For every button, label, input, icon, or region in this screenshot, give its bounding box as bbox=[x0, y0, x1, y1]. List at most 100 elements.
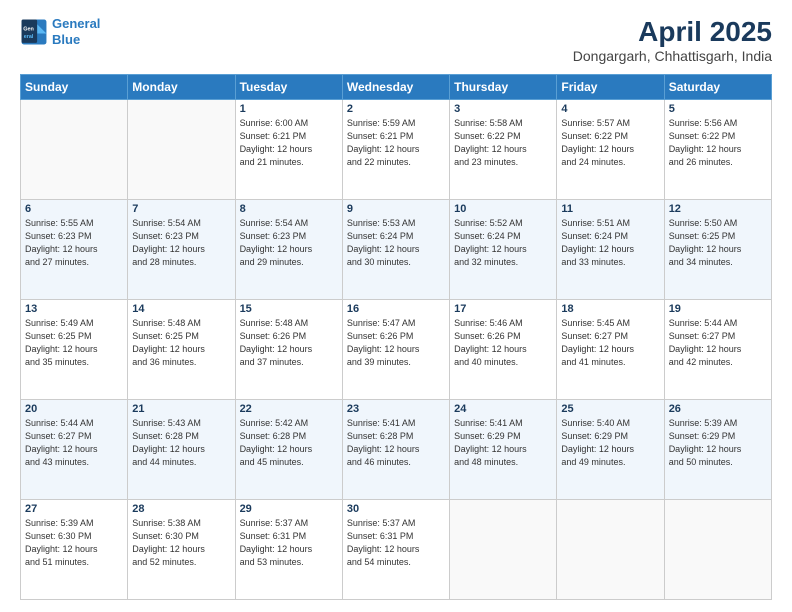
day-info: Sunrise: 5:50 AM Sunset: 6:25 PM Dayligh… bbox=[669, 217, 767, 269]
main-title: April 2025 bbox=[573, 16, 772, 48]
logo: Gen eral General Blue bbox=[20, 16, 100, 47]
day-number: 4 bbox=[561, 103, 659, 115]
day-number: 12 bbox=[669, 203, 767, 215]
day-info: Sunrise: 5:48 AM Sunset: 6:26 PM Dayligh… bbox=[240, 317, 338, 369]
calendar-cell: 20 Sunrise: 5:44 AM Sunset: 6:27 PM Dayli… bbox=[21, 400, 128, 500]
day-info: Sunrise: 5:56 AM Sunset: 6:22 PM Dayligh… bbox=[669, 117, 767, 169]
day-number: 8 bbox=[240, 203, 338, 215]
calendar-cell bbox=[21, 100, 128, 200]
calendar-cell: 19 Sunrise: 5:44 AM Sunset: 6:27 PM Dayli… bbox=[664, 300, 771, 400]
day-info: Sunrise: 5:47 AM Sunset: 6:26 PM Dayligh… bbox=[347, 317, 445, 369]
day-number: 17 bbox=[454, 303, 552, 315]
day-info: Sunrise: 5:48 AM Sunset: 6:25 PM Dayligh… bbox=[132, 317, 230, 369]
weekday-header-wednesday: Wednesday bbox=[342, 75, 449, 100]
calendar-cell: 15 Sunrise: 5:48 AM Sunset: 6:26 PM Dayli… bbox=[235, 300, 342, 400]
day-info: Sunrise: 5:39 AM Sunset: 6:29 PM Dayligh… bbox=[669, 417, 767, 469]
day-info: Sunrise: 5:41 AM Sunset: 6:29 PM Dayligh… bbox=[454, 417, 552, 469]
day-info: Sunrise: 5:45 AM Sunset: 6:27 PM Dayligh… bbox=[561, 317, 659, 369]
calendar-cell bbox=[557, 500, 664, 600]
day-number: 5 bbox=[669, 103, 767, 115]
day-info: Sunrise: 5:44 AM Sunset: 6:27 PM Dayligh… bbox=[25, 417, 123, 469]
day-number: 11 bbox=[561, 203, 659, 215]
day-number: 15 bbox=[240, 303, 338, 315]
week-row-5: 27 Sunrise: 5:39 AM Sunset: 6:30 PM Dayli… bbox=[21, 500, 772, 600]
calendar-cell: 16Sunrise: 5:47 AM Sunset: 6:26 PM Dayli… bbox=[342, 300, 449, 400]
day-info: Sunrise: 5:57 AM Sunset: 6:22 PM Dayligh… bbox=[561, 117, 659, 169]
day-number: 2 bbox=[347, 103, 445, 115]
day-info: Sunrise: 5:49 AM Sunset: 6:25 PM Dayligh… bbox=[25, 317, 123, 369]
week-row-3: 13Sunrise: 5:49 AM Sunset: 6:25 PM Dayli… bbox=[21, 300, 772, 400]
calendar-cell: 21Sunrise: 5:43 AM Sunset: 6:28 PM Dayli… bbox=[128, 400, 235, 500]
day-info: Sunrise: 6:00 AM Sunset: 6:21 PM Dayligh… bbox=[240, 117, 338, 169]
calendar-cell: 28 Sunrise: 5:38 AM Sunset: 6:30 PM Dayli… bbox=[128, 500, 235, 600]
calendar-cell: 12 Sunrise: 5:50 AM Sunset: 6:25 PM Dayli… bbox=[664, 200, 771, 300]
calendar-cell: 5 Sunrise: 5:56 AM Sunset: 6:22 PM Daylig… bbox=[664, 100, 771, 200]
calendar-cell bbox=[128, 100, 235, 200]
day-info: Sunrise: 5:38 AM Sunset: 6:30 PM Dayligh… bbox=[132, 517, 230, 569]
calendar-cell: 11 Sunrise: 5:51 AM Sunset: 6:24 PM Dayli… bbox=[557, 200, 664, 300]
calendar-cell: 9Sunrise: 5:53 AM Sunset: 6:24 PM Daylig… bbox=[342, 200, 449, 300]
day-info: Sunrise: 5:39 AM Sunset: 6:30 PM Dayligh… bbox=[25, 517, 123, 569]
day-info: Sunrise: 5:37 AM Sunset: 6:31 PM Dayligh… bbox=[347, 517, 445, 569]
day-info: Sunrise: 5:37 AM Sunset: 6:31 PM Dayligh… bbox=[240, 517, 338, 569]
week-row-4: 20 Sunrise: 5:44 AM Sunset: 6:27 PM Dayli… bbox=[21, 400, 772, 500]
weekday-header-tuesday: Tuesday bbox=[235, 75, 342, 100]
logo-icon: Gen eral bbox=[20, 18, 48, 46]
calendar-cell: 4 Sunrise: 5:57 AM Sunset: 6:22 PM Daylig… bbox=[557, 100, 664, 200]
calendar-cell: 8 Sunrise: 5:54 AM Sunset: 6:23 PM Daylig… bbox=[235, 200, 342, 300]
day-number: 28 bbox=[132, 503, 230, 515]
calendar-cell: 18Sunrise: 5:45 AM Sunset: 6:27 PM Dayli… bbox=[557, 300, 664, 400]
calendar-cell: 22Sunrise: 5:42 AM Sunset: 6:28 PM Dayli… bbox=[235, 400, 342, 500]
day-number: 10 bbox=[454, 203, 552, 215]
weekday-header-row: SundayMondayTuesdayWednesdayThursdayFrid… bbox=[21, 75, 772, 100]
calendar-cell: 27 Sunrise: 5:39 AM Sunset: 6:30 PM Dayli… bbox=[21, 500, 128, 600]
day-number: 7 bbox=[132, 203, 230, 215]
day-number: 14 bbox=[132, 303, 230, 315]
svg-text:Gen: Gen bbox=[23, 26, 34, 32]
weekday-header-saturday: Saturday bbox=[664, 75, 771, 100]
svg-text:eral: eral bbox=[24, 34, 34, 40]
weekday-header-monday: Monday bbox=[128, 75, 235, 100]
calendar-cell bbox=[450, 500, 557, 600]
calendar-cell: 26 Sunrise: 5:39 AM Sunset: 6:29 PM Dayli… bbox=[664, 400, 771, 500]
day-info: Sunrise: 5:52 AM Sunset: 6:24 PM Dayligh… bbox=[454, 217, 552, 269]
calendar-cell: 23 Sunrise: 5:41 AM Sunset: 6:28 PM Dayli… bbox=[342, 400, 449, 500]
calendar-cell: 25Sunrise: 5:40 AM Sunset: 6:29 PM Dayli… bbox=[557, 400, 664, 500]
day-info: Sunrise: 5:41 AM Sunset: 6:28 PM Dayligh… bbox=[347, 417, 445, 469]
day-number: 1 bbox=[240, 103, 338, 115]
day-info: Sunrise: 5:54 AM Sunset: 6:23 PM Dayligh… bbox=[240, 217, 338, 269]
day-number: 30 bbox=[347, 503, 445, 515]
calendar-cell: 24 Sunrise: 5:41 AM Sunset: 6:29 PM Dayli… bbox=[450, 400, 557, 500]
day-number: 3 bbox=[454, 103, 552, 115]
day-info: Sunrise: 5:51 AM Sunset: 6:24 PM Dayligh… bbox=[561, 217, 659, 269]
day-number: 19 bbox=[669, 303, 767, 315]
page: Gen eral General Blue April 2025 Dongarg… bbox=[0, 0, 792, 612]
day-number: 29 bbox=[240, 503, 338, 515]
subtitle: Dongargarh, Chhattisgarh, India bbox=[573, 48, 772, 64]
title-block: April 2025 Dongargarh, Chhattisgarh, Ind… bbox=[573, 16, 772, 64]
day-info: Sunrise: 5:59 AM Sunset: 6:21 PM Dayligh… bbox=[347, 117, 445, 169]
day-number: 27 bbox=[25, 503, 123, 515]
logo-text: General Blue bbox=[52, 16, 100, 47]
weekday-header-sunday: Sunday bbox=[21, 75, 128, 100]
day-info: Sunrise: 5:42 AM Sunset: 6:28 PM Dayligh… bbox=[240, 417, 338, 469]
calendar-cell: 10 Sunrise: 5:52 AM Sunset: 6:24 PM Dayli… bbox=[450, 200, 557, 300]
day-number: 6 bbox=[25, 203, 123, 215]
day-info: Sunrise: 5:46 AM Sunset: 6:26 PM Dayligh… bbox=[454, 317, 552, 369]
week-row-1: 1 Sunrise: 6:00 AM Sunset: 6:21 PM Daylig… bbox=[21, 100, 772, 200]
day-info: Sunrise: 5:55 AM Sunset: 6:23 PM Dayligh… bbox=[25, 217, 123, 269]
day-number: 9 bbox=[347, 203, 445, 215]
day-number: 26 bbox=[669, 403, 767, 415]
weekday-header-friday: Friday bbox=[557, 75, 664, 100]
calendar-cell: 17 Sunrise: 5:46 AM Sunset: 6:26 PM Dayli… bbox=[450, 300, 557, 400]
calendar-cell: 30 Sunrise: 5:37 AM Sunset: 6:31 PM Dayli… bbox=[342, 500, 449, 600]
calendar-cell: 6 Sunrise: 5:55 AM Sunset: 6:23 PM Daylig… bbox=[21, 200, 128, 300]
calendar-cell: 14 Sunrise: 5:48 AM Sunset: 6:25 PM Dayli… bbox=[128, 300, 235, 400]
day-info: Sunrise: 5:44 AM Sunset: 6:27 PM Dayligh… bbox=[669, 317, 767, 369]
day-number: 20 bbox=[25, 403, 123, 415]
day-number: 24 bbox=[454, 403, 552, 415]
day-number: 25 bbox=[561, 403, 659, 415]
day-number: 23 bbox=[347, 403, 445, 415]
header: Gen eral General Blue April 2025 Dongarg… bbox=[20, 16, 772, 64]
calendar-cell: 29 Sunrise: 5:37 AM Sunset: 6:31 PM Dayli… bbox=[235, 500, 342, 600]
